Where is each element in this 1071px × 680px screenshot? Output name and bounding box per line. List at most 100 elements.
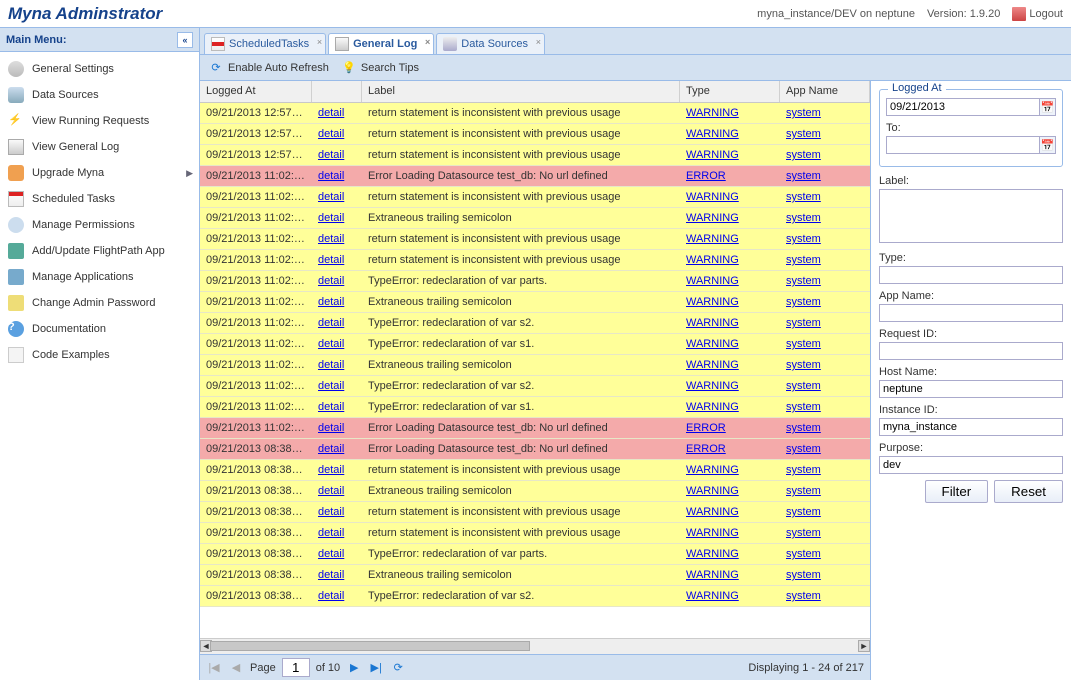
logged-at-from-input[interactable] xyxy=(886,98,1040,116)
from-date-picker-icon[interactable]: 📅 xyxy=(1040,98,1056,116)
cell-type-link[interactable]: WARNING xyxy=(686,527,739,539)
cell-type-link[interactable]: WARNING xyxy=(686,569,739,581)
cell-detail-link[interactable]: detail xyxy=(318,149,344,161)
reset-button[interactable]: Reset xyxy=(994,480,1063,503)
horizontal-scrollbar[interactable]: ◄ ► xyxy=(200,638,870,654)
cell-app-name-link[interactable]: system xyxy=(786,254,821,266)
instance-id-input[interactable] xyxy=(879,418,1063,436)
col-app-name[interactable]: App Name xyxy=(780,81,870,102)
cell-app-name-link[interactable]: system xyxy=(786,485,821,497)
table-row[interactable]: 09/21/2013 11:02:50detailreturn statemen… xyxy=(200,229,870,250)
to-date-picker-icon[interactable]: 📅 xyxy=(1040,136,1056,154)
table-row[interactable]: 09/21/2013 08:38:32detailreturn statemen… xyxy=(200,502,870,523)
table-row[interactable]: 09/21/2013 08:38:32detailTypeError: rede… xyxy=(200,544,870,565)
cell-type-link[interactable]: WARNING xyxy=(686,317,739,329)
cell-type-link[interactable]: WARNING xyxy=(686,275,739,287)
app-name-input[interactable] xyxy=(879,304,1063,322)
cell-app-name-link[interactable]: system xyxy=(786,380,821,392)
collapse-sidebar-button[interactable]: « xyxy=(177,32,193,48)
sidebar-item-view-running-requests[interactable]: ⚡View Running Requests xyxy=(0,108,199,134)
cell-detail-link[interactable]: detail xyxy=(318,359,344,371)
cell-type-link[interactable]: WARNING xyxy=(686,485,739,497)
table-row[interactable]: 09/21/2013 12:57:33detailreturn statemen… xyxy=(200,145,870,166)
cell-app-name-link[interactable]: system xyxy=(786,107,821,119)
cell-type-link[interactable]: WARNING xyxy=(686,590,739,602)
cell-detail-link[interactable]: detail xyxy=(318,569,344,581)
cell-app-name-link[interactable]: system xyxy=(786,590,821,602)
col-detail[interactable] xyxy=(312,81,362,102)
table-row[interactable]: 09/21/2013 08:38:32detailreturn statemen… xyxy=(200,523,870,544)
cell-app-name-link[interactable]: system xyxy=(786,506,821,518)
table-row[interactable]: 09/21/2013 11:02:50detailTypeError: rede… xyxy=(200,376,870,397)
cell-type-link[interactable]: WARNING xyxy=(686,380,739,392)
col-label[interactable]: Label xyxy=(362,81,680,102)
cell-app-name-link[interactable]: system xyxy=(786,275,821,287)
search-tips-button[interactable]: 💡 Search Tips xyxy=(341,60,419,76)
col-type[interactable]: Type xyxy=(680,81,780,102)
cell-detail-link[interactable]: detail xyxy=(318,443,344,455)
table-row[interactable]: 09/21/2013 11:02:50detailTypeError: rede… xyxy=(200,271,870,292)
cell-app-name-link[interactable]: system xyxy=(786,170,821,182)
table-row[interactable]: 09/21/2013 12:57:33detailreturn statemen… xyxy=(200,103,870,124)
request-id-input[interactable] xyxy=(879,342,1063,360)
close-icon[interactable]: × xyxy=(425,37,430,47)
cell-app-name-link[interactable]: system xyxy=(786,464,821,476)
table-row[interactable]: 09/21/2013 11:02:50detailTypeError: rede… xyxy=(200,313,870,334)
sidebar-item-view-general-log[interactable]: View General Log xyxy=(0,134,199,160)
cell-type-link[interactable]: WARNING xyxy=(686,548,739,560)
cell-detail-link[interactable]: detail xyxy=(318,170,344,182)
next-page-button[interactable]: ▶ xyxy=(346,660,362,676)
cell-app-name-link[interactable]: system xyxy=(786,422,821,434)
cell-type-link[interactable]: WARNING xyxy=(686,233,739,245)
cell-app-name-link[interactable]: system xyxy=(786,548,821,560)
cell-type-link[interactable]: ERROR xyxy=(686,170,726,182)
tab-general-log[interactable]: General Log× xyxy=(328,33,434,54)
cell-detail-link[interactable]: detail xyxy=(318,380,344,392)
cell-app-name-link[interactable]: system xyxy=(786,212,821,224)
cell-detail-link[interactable]: detail xyxy=(318,485,344,497)
first-page-button[interactable]: |◀ xyxy=(206,660,222,676)
table-row[interactable]: 09/21/2013 12:57:33detailreturn statemen… xyxy=(200,124,870,145)
cell-type-link[interactable]: WARNING xyxy=(686,464,739,476)
cell-type-link[interactable]: WARNING xyxy=(686,212,739,224)
cell-type-link[interactable]: WARNING xyxy=(686,107,739,119)
sidebar-item-scheduled-tasks[interactable]: Scheduled Tasks xyxy=(0,186,199,212)
cell-type-link[interactable]: ERROR xyxy=(686,422,726,434)
table-row[interactable]: 09/21/2013 08:38:37detailError Loading D… xyxy=(200,439,870,460)
sidebar-item-data-sources[interactable]: Data Sources xyxy=(0,82,199,108)
prev-page-button[interactable]: ◀ xyxy=(228,660,244,676)
cell-app-name-link[interactable]: system xyxy=(786,128,821,140)
cell-app-name-link[interactable]: system xyxy=(786,296,821,308)
cell-app-name-link[interactable]: system xyxy=(786,233,821,245)
sidebar-item-code-examples[interactable]: Code Examples xyxy=(0,342,199,368)
cell-detail-link[interactable]: detail xyxy=(318,590,344,602)
cell-type-link[interactable]: WARNING xyxy=(686,128,739,140)
cell-app-name-link[interactable]: system xyxy=(786,317,821,329)
table-row[interactable]: 09/21/2013 11:02:55detailError Loading D… xyxy=(200,166,870,187)
cell-detail-link[interactable]: detail xyxy=(318,296,344,308)
cell-detail-link[interactable]: detail xyxy=(318,107,344,119)
sidebar-item-add-update-flightpath-app[interactable]: Add/Update FlightPath App xyxy=(0,238,199,264)
cell-type-link[interactable]: WARNING xyxy=(686,296,739,308)
cell-detail-link[interactable]: detail xyxy=(318,212,344,224)
cell-app-name-link[interactable]: system xyxy=(786,443,821,455)
sidebar-item-documentation[interactable]: Documentation xyxy=(0,316,199,342)
sidebar-item-upgrade-myna[interactable]: Upgrade Myna▶ xyxy=(0,160,199,186)
cell-type-link[interactable]: WARNING xyxy=(686,191,739,203)
cell-app-name-link[interactable]: system xyxy=(786,338,821,350)
cell-type-link[interactable]: WARNING xyxy=(686,254,739,266)
purpose-input[interactable] xyxy=(879,456,1063,474)
host-name-input[interactable] xyxy=(879,380,1063,398)
refresh-page-button[interactable]: ⟳ xyxy=(390,660,406,676)
tab-data-sources[interactable]: Data Sources× xyxy=(436,33,545,54)
scroll-right-button[interactable]: ► xyxy=(858,640,870,652)
cell-app-name-link[interactable]: system xyxy=(786,359,821,371)
table-row[interactable]: 09/21/2013 11:02:50detailTypeError: rede… xyxy=(200,334,870,355)
cell-type-link[interactable]: WARNING xyxy=(686,401,739,413)
table-row[interactable]: 09/21/2013 11:02:51detailreturn statemen… xyxy=(200,187,870,208)
cell-type-link[interactable]: WARNING xyxy=(686,359,739,371)
label-input[interactable] xyxy=(879,189,1063,243)
table-row[interactable]: 09/21/2013 11:02:50detailExtraneous trai… xyxy=(200,292,870,313)
cell-app-name-link[interactable]: system xyxy=(786,527,821,539)
cell-detail-link[interactable]: detail xyxy=(318,506,344,518)
